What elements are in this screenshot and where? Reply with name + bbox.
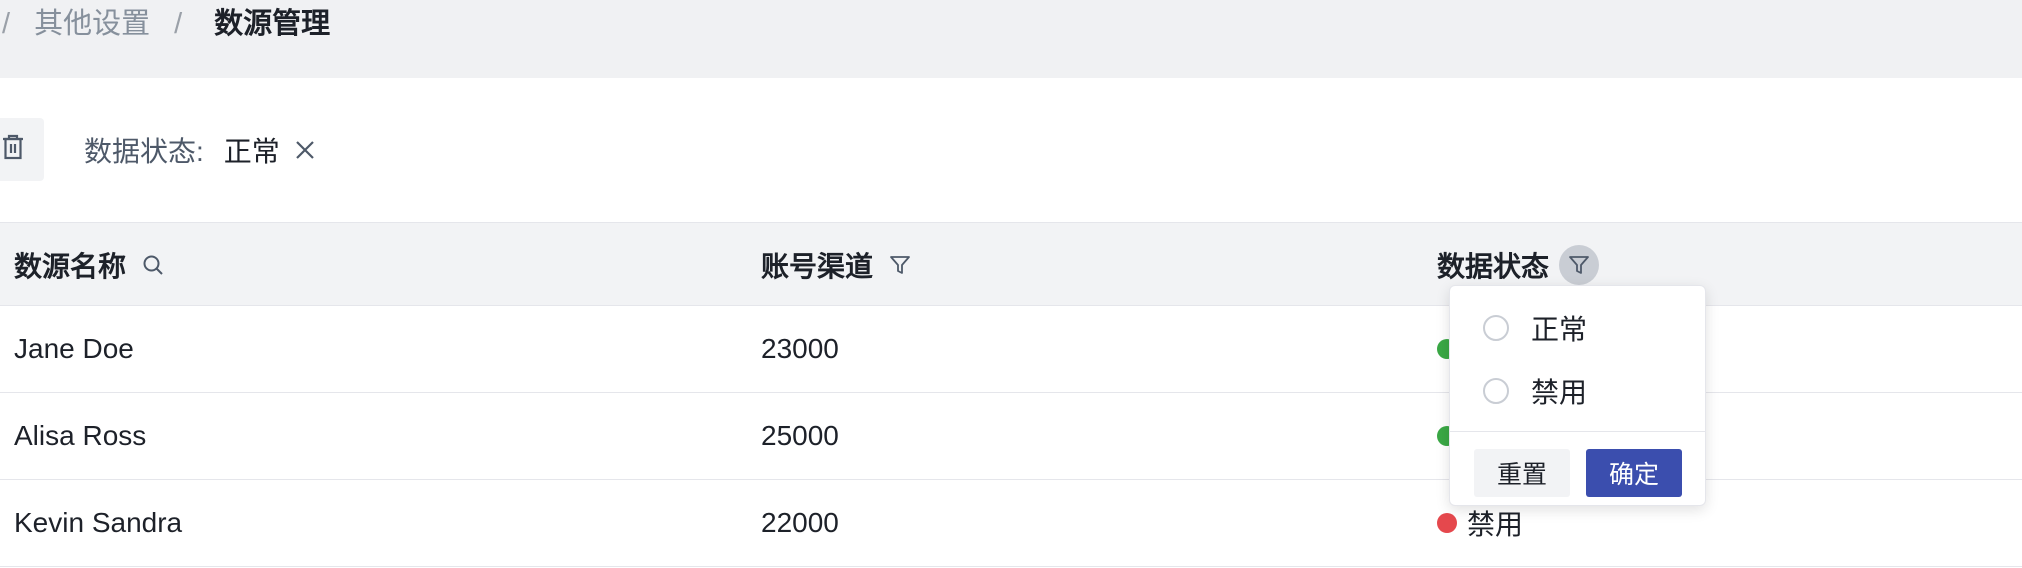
filter-chip-value: 正常: [223, 136, 280, 167]
radio-button[interactable]: [1483, 315, 1509, 341]
trash-icon: [2, 134, 24, 165]
breadcrumb-current: 数源管理: [214, 8, 331, 40]
filter-chip-label: 数据状态:: [84, 136, 204, 167]
column-header-name: 数源名称: [14, 223, 164, 307]
column-header-label: 账号渠道: [761, 251, 874, 282]
breadcrumb-separator: /: [2, 8, 11, 40]
cell-channel: 22000: [761, 507, 839, 538]
cell-channel: 23000: [761, 333, 839, 364]
column-header-label: 数源名称: [14, 251, 127, 282]
table-row: Jane Doe 23000 正常: [0, 306, 2022, 393]
column-header-channel: 账号渠道: [761, 223, 911, 307]
table-header: 数源名称 账号渠道 数据状态: [0, 222, 2022, 306]
divider: [1450, 431, 1705, 432]
reset-button[interactable]: 重置: [1474, 449, 1570, 497]
delete-button[interactable]: [0, 118, 44, 181]
breadcrumb-separator: /: [174, 8, 183, 40]
filter-option-label: 禁用: [1531, 377, 1588, 408]
active-filter-chip: 数据状态: 正常: [84, 130, 316, 170]
filter-option-disabled[interactable]: 禁用: [1483, 371, 1587, 411]
breadcrumb: / 其他设置 / 数源管理: [0, 6, 330, 42]
data-source-table: 数源名称 账号渠道 数据状态 Jane Doe 23000 Alisa Ross…: [0, 222, 2022, 567]
status-text: 禁用: [1467, 509, 1524, 540]
table-row: Kevin Sandra 22000 禁用: [0, 480, 2022, 567]
table-row: Alisa Ross 25000 正常: [0, 393, 2022, 480]
close-icon[interactable]: [294, 139, 316, 161]
confirm-button[interactable]: 确定: [1586, 449, 1682, 497]
filter-icon[interactable]: [1559, 245, 1600, 285]
status-filter-dropdown: 正常 禁用 重置 确定: [1449, 285, 1706, 506]
status-dot: [1437, 513, 1457, 533]
cell-name: Kevin Sandra: [14, 507, 183, 538]
radio-button[interactable]: [1483, 378, 1509, 404]
breadcrumb-item-other-settings[interactable]: 其他设置: [34, 6, 150, 42]
breadcrumb-bar: / 其他设置 / 数源管理: [0, 0, 2022, 78]
column-header-label: 数据状态: [1437, 251, 1550, 282]
cell-name: Jane Doe: [14, 333, 134, 364]
search-icon[interactable]: [142, 254, 164, 276]
filter-option-label: 正常: [1531, 314, 1588, 345]
cell-channel: 25000: [761, 420, 839, 451]
filter-option-normal[interactable]: 正常: [1483, 308, 1587, 348]
cell-name: Alisa Ross: [14, 420, 147, 451]
filter-icon[interactable]: [889, 254, 911, 276]
